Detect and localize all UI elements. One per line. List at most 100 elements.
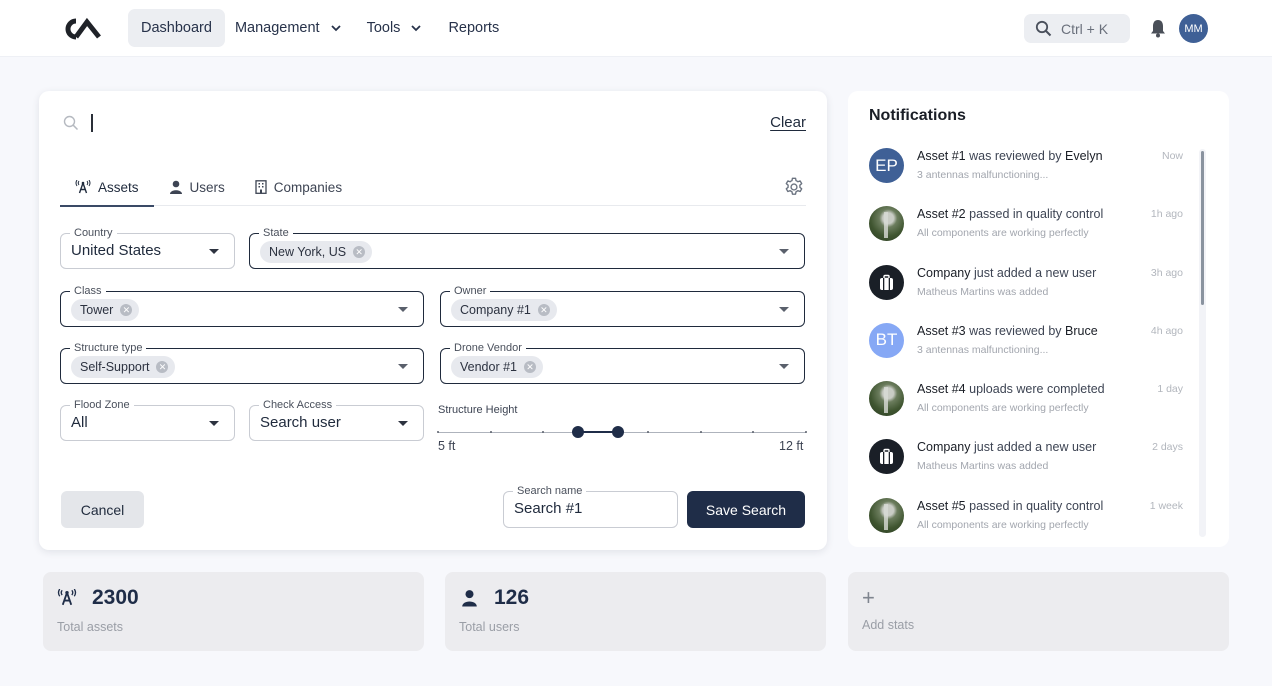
structure-type-chip: Self-Support ✕ bbox=[71, 356, 176, 378]
remove-chip-icon[interactable]: ✕ bbox=[537, 304, 550, 316]
nav-reports[interactable]: Reports bbox=[432, 9, 509, 47]
notification-action: passed in quality control bbox=[965, 207, 1104, 222]
nav-dashboard-label: Dashboard bbox=[141, 20, 212, 36]
briefcase-icon bbox=[880, 274, 893, 290]
notification-time: 2 days bbox=[1152, 441, 1183, 454]
dropdown-arrow-icon bbox=[398, 307, 408, 312]
structure-height-slider[interactable] bbox=[437, 426, 807, 438]
class-select[interactable]: Class Tower ✕ bbox=[60, 284, 424, 327]
flood-zone-select[interactable]: Flood Zone All bbox=[60, 398, 235, 441]
notification-message: Asset #3 was reviewed by Bruce bbox=[917, 324, 1098, 338]
search-name-label: Search name bbox=[513, 484, 587, 498]
state-select[interactable]: State New York, US ✕ bbox=[249, 226, 805, 269]
check-access-select[interactable]: Check Access Search user bbox=[249, 398, 424, 441]
tab-users-label: Users bbox=[189, 179, 225, 195]
dropdown-arrow-icon bbox=[398, 364, 408, 369]
nav-reports-label: Reports bbox=[448, 20, 500, 36]
nav-management[interactable]: Management bbox=[225, 9, 352, 47]
stat-card-total-users: 126 Total users bbox=[445, 572, 826, 651]
user-avatar[interactable]: MM bbox=[1179, 14, 1208, 43]
notification-action: just added a new user bbox=[970, 440, 1097, 455]
remove-chip-icon[interactable]: ✕ bbox=[353, 246, 366, 258]
notifications-scrollbar[interactable] bbox=[1199, 149, 1206, 537]
chip-label: New York, US bbox=[269, 245, 347, 259]
slider-thumb-max[interactable] bbox=[611, 426, 624, 438]
notification-action: uploads were completed bbox=[965, 382, 1105, 397]
asset-photo-avatar bbox=[869, 381, 904, 417]
flood-zone-label: Flood Zone bbox=[70, 398, 134, 412]
notification-item[interactable]: Asset #4 uploads were completed All compo… bbox=[869, 379, 1189, 437]
slider-min-label: 5 ft bbox=[438, 439, 456, 453]
drone-vendor-label: Drone Vendor bbox=[450, 341, 526, 355]
notification-item[interactable]: EP Asset #1 was reviewed by Evelyn 3 anten… bbox=[869, 146, 1189, 204]
tab-assets[interactable]: Assets bbox=[60, 169, 154, 207]
notification-subject: Company bbox=[917, 265, 971, 280]
nav-tools[interactable]: Tools bbox=[352, 9, 433, 47]
structure-type-select[interactable]: Structure type Self-Support ✕ bbox=[60, 341, 424, 384]
notifications-list: EP Asset #1 was reviewed by Evelyn 3 anten… bbox=[869, 146, 1189, 554]
asset-photo-avatar bbox=[869, 206, 904, 242]
dropdown-arrow-icon bbox=[209, 249, 219, 254]
slider-tick bbox=[805, 431, 807, 433]
scrollbar-thumb[interactable] bbox=[1201, 151, 1204, 305]
total-users-value: 126 bbox=[494, 586, 530, 609]
logo-icon[interactable] bbox=[62, 16, 102, 42]
total-assets-value: 2300 bbox=[92, 586, 139, 609]
building-icon bbox=[255, 180, 267, 194]
slider-max-label: 12 ft bbox=[779, 439, 804, 453]
slider-thumb-min[interactable] bbox=[571, 426, 584, 438]
tab-assets-label: Assets bbox=[98, 179, 139, 195]
chevron-down-icon bbox=[411, 25, 422, 32]
notification-item[interactable]: Company just added a new user Matheus Mar… bbox=[869, 263, 1189, 321]
save-search-button[interactable]: Save Search bbox=[687, 491, 805, 528]
notification-detail: All components are working perfectly bbox=[917, 518, 1089, 531]
state-chip: New York, US ✕ bbox=[260, 241, 373, 263]
notification-time: 1 day bbox=[1157, 383, 1183, 396]
remove-chip-icon[interactable]: ✕ bbox=[120, 304, 133, 316]
notification-action: passed in quality control bbox=[965, 498, 1104, 513]
notification-subject: Asset #1 bbox=[917, 149, 966, 163]
cancel-button[interactable]: Cancel bbox=[61, 491, 144, 528]
notification-item[interactable]: Company just added a new user Matheus Mar… bbox=[869, 437, 1189, 495]
chevron-down-icon bbox=[330, 25, 341, 32]
command-search-button[interactable]: Ctrl + K bbox=[1024, 14, 1130, 43]
tab-companies-label: Companies bbox=[273, 179, 343, 195]
nav-management-label: Management bbox=[234, 20, 320, 36]
gear-icon[interactable] bbox=[783, 176, 805, 198]
country-label: Country bbox=[70, 226, 117, 240]
remove-chip-icon[interactable]: ✕ bbox=[524, 361, 536, 373]
search-name-value: Search #1 bbox=[514, 500, 583, 517]
chip-label: Vendor #1 bbox=[460, 360, 517, 374]
notification-subject: Asset #2 bbox=[917, 207, 966, 222]
tab-companies[interactable]: Companies bbox=[240, 169, 357, 205]
structure-height-label: Structure Height bbox=[438, 404, 518, 416]
search-icon bbox=[1035, 20, 1052, 37]
tab-users[interactable]: Users bbox=[154, 169, 240, 205]
notification-detail: Matheus Martins was added bbox=[917, 285, 1049, 298]
slider-tick bbox=[699, 431, 702, 433]
notification-action: was reviewed by bbox=[965, 149, 1065, 163]
notifications-title: Notifications bbox=[869, 107, 966, 124]
country-select[interactable]: Country United States bbox=[60, 226, 235, 269]
drone-vendor-select[interactable]: Drone Vendor Vendor #1 ✕ bbox=[440, 341, 805, 384]
add-stats-button[interactable]: + Add stats bbox=[848, 572, 1229, 651]
owner-select[interactable]: Owner Company #1 ✕ bbox=[440, 284, 805, 327]
chip-label: Company #1 bbox=[460, 303, 531, 317]
notification-time: 4h ago bbox=[1150, 324, 1183, 337]
state-label: State bbox=[259, 226, 293, 240]
notification-item[interactable]: BT Asset #3 was reviewed by Bruce 3 antenn… bbox=[869, 321, 1189, 379]
bell-icon[interactable] bbox=[1149, 18, 1167, 38]
clear-button[interactable]: Clear bbox=[770, 114, 806, 131]
remove-chip-icon[interactable]: ✕ bbox=[156, 361, 169, 373]
search-input[interactable] bbox=[91, 114, 93, 132]
search-name-input[interactable]: Search name Search #1 bbox=[503, 484, 678, 528]
owner-chip: Company #1 ✕ bbox=[451, 299, 557, 321]
notification-item[interactable]: Asset #2 passed in quality control All co… bbox=[869, 204, 1189, 262]
avatar: EP bbox=[869, 148, 904, 183]
asset-photo-avatar bbox=[869, 497, 904, 533]
notification-time: 3h ago bbox=[1150, 266, 1183, 279]
notification-subject: Asset #3 bbox=[917, 323, 966, 338]
tower-icon bbox=[75, 180, 91, 194]
notification-item[interactable]: Asset #5 passed in quality control All co… bbox=[869, 496, 1189, 554]
nav-dashboard[interactable]: Dashboard bbox=[128, 9, 225, 47]
